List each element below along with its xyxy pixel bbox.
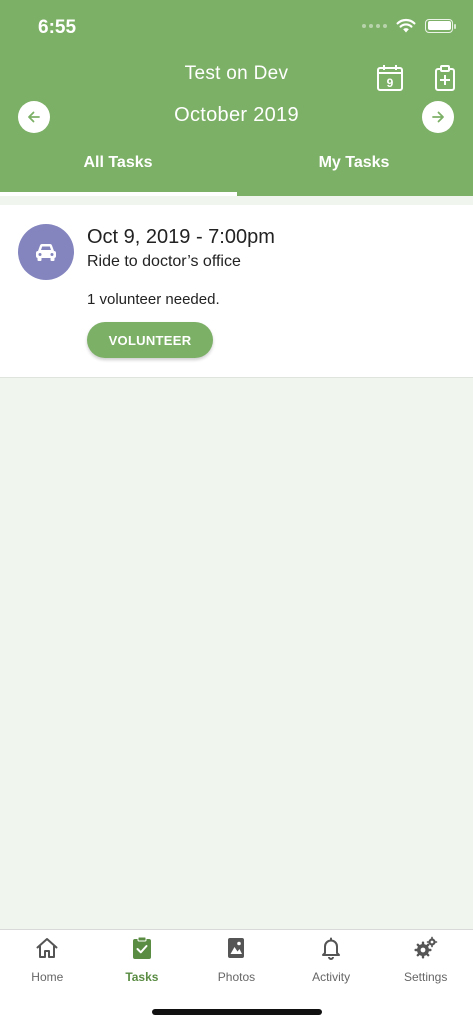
wifi-icon	[396, 18, 416, 33]
tabbar-label-home: Home	[31, 970, 64, 984]
volunteer-button[interactable]: VOLUNTEER	[87, 322, 213, 358]
add-task-button[interactable]	[432, 64, 458, 92]
settings-icon	[414, 936, 437, 959]
signal-icon	[362, 23, 387, 28]
photos-icon	[228, 938, 245, 958]
task-card[interactable]: Oct 9, 2019 - 7:00pm Ride to doctor’s of…	[0, 205, 473, 378]
home-indicator[interactable]	[152, 1009, 322, 1015]
tabbar-item-tasks[interactable]: Tasks	[95, 930, 190, 992]
tabbar-label-photos: Photos	[217, 970, 256, 984]
calendar-day: 9	[387, 76, 394, 90]
next-month-button[interactable]	[422, 101, 454, 133]
bell-icon	[322, 937, 341, 960]
task-title: Ride to doctor’s office	[87, 253, 241, 270]
tabbar-label-tasks: Tasks	[125, 970, 159, 984]
arrow-right-icon	[432, 111, 444, 123]
volunteers-needed: 1 volunteer needed.	[87, 291, 220, 308]
car-icon	[36, 244, 56, 261]
home-icon	[36, 938, 58, 958]
calendar-icon: 9	[377, 65, 403, 91]
app-header: 6:55 Test on Dev 9 October 2019 All Task…	[0, 0, 473, 196]
tabbar-label-activity: Activity	[312, 970, 351, 984]
calendar-button[interactable]: 9	[376, 64, 404, 92]
status-icons	[362, 18, 456, 33]
tasks-icon	[132, 936, 151, 959]
tab-my-tasks[interactable]: My Tasks	[236, 154, 472, 172]
tab-all-tasks[interactable]: All Tasks	[0, 154, 236, 172]
tabbar-label-settings: Settings	[404, 970, 448, 984]
clipboard-plus-icon	[435, 65, 455, 91]
tabbar-item-home[interactable]: Home	[0, 930, 95, 992]
task-date: Oct 9, 2019 - 7:00pm	[87, 226, 275, 248]
active-tab-indicator	[0, 192, 237, 196]
battery-icon	[425, 18, 456, 33]
tabbar-item-photos[interactable]: Photos	[189, 930, 284, 992]
task-type-avatar	[18, 224, 74, 280]
tabbar-item-activity[interactable]: Activity	[284, 930, 379, 992]
tabbar-item-settings[interactable]: Settings	[378, 930, 473, 992]
current-month: October 2019	[174, 104, 299, 126]
status-time: 6:55	[38, 17, 77, 38]
